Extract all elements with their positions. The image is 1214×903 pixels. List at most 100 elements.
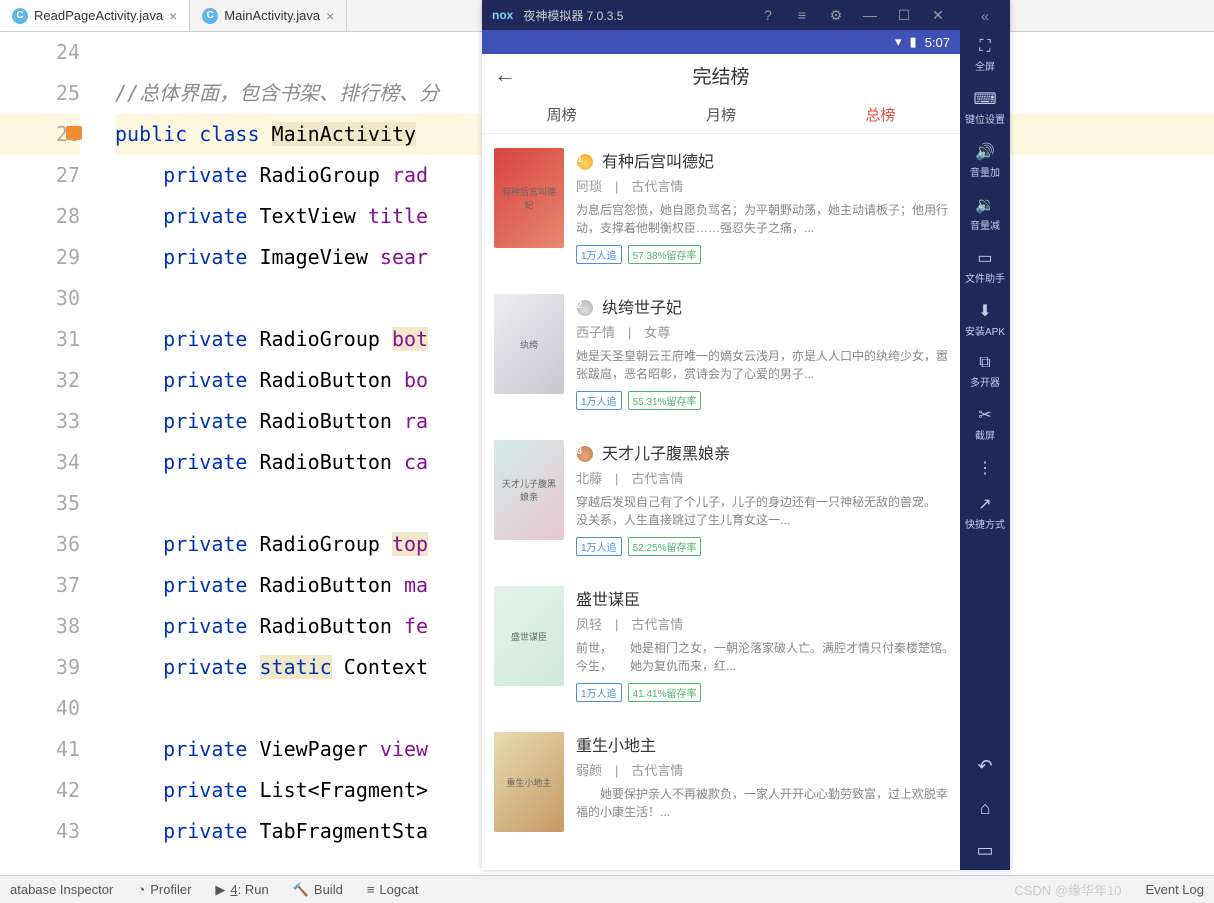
android-recent-icon[interactable]: ▭ (960, 830, 1010, 870)
book-desc: 她是天圣皇朝云王府唯一的嫡女云浅月，亦是人人口中的纨绔少女，嚣张跋扈，恶名昭彰，… (576, 347, 948, 383)
medal-icon: 1 (576, 149, 594, 171)
close-icon[interactable]: ✕ (926, 3, 950, 27)
book-meta: 北藤 | 古代言情 (576, 468, 948, 487)
ide-tab-readpage[interactable]: C ReadPageActivity.java × (0, 0, 190, 31)
follow-tag: 1万人追 (576, 391, 622, 410)
run-icon: ▶ (215, 882, 225, 898)
line-number: 33 (0, 401, 80, 442)
android-back-icon[interactable]: ↶ (960, 746, 1010, 786)
line-number: 34 (0, 442, 80, 483)
ide-tab-mainactivity[interactable]: C MainActivity.java × (190, 0, 347, 31)
side-label: 音量加 (970, 164, 1000, 179)
book-item[interactable]: 有种后宫叫德妃 1有种后宫叫德妃 阿琐 | 古代言情 为息后宫怨愤，她自愿负骂名… (482, 134, 960, 280)
hammer-icon: 🔨 (293, 882, 309, 898)
run-button[interactable]: ▶4: Run (215, 882, 268, 898)
event-log-button[interactable]: Event Log (1145, 882, 1204, 897)
side-label: 全屏 (975, 58, 995, 73)
side-item-键位设置[interactable]: ⌨ 键位设置 (965, 81, 1005, 134)
book-title: 重生小地主 (576, 732, 656, 756)
side-shortcut[interactable]: ↗ 快捷方式 (960, 486, 1010, 539)
close-icon[interactable]: × (326, 8, 334, 24)
book-cover: 纨绔 (494, 294, 564, 394)
line-number: 31 (0, 319, 80, 360)
tab-total[interactable]: 总榜 (801, 96, 960, 133)
line-number: 38 (0, 606, 80, 647)
side-icon: 🔊 (975, 142, 995, 162)
ranking-tabs: 周榜 月榜 总榜 (482, 96, 960, 134)
retain-tag: 41.41%留存率 (628, 683, 702, 702)
watermark: CSDN @缘华年10 (1014, 880, 1121, 899)
follow-tag: 1万人追 (576, 245, 622, 264)
side-label: 音量减 (970, 217, 1000, 232)
tab-week[interactable]: 周榜 (482, 96, 641, 133)
emulator-sidebar: « ⛶ 全屏 ⌨ 键位设置 🔊 音量加 🔉音量减 ▭ 文件助手 ⬇安装APK ⧉ 多开器 ✂ 截屏 ⋮ ↗… (960, 0, 1010, 870)
side-item-音量加[interactable]: 🔊 音量加 (965, 134, 1005, 187)
emulator-titlebar[interactable]: nox 夜神模拟器 7.0.3.5 ? ≡ ⚙ — ☐ ✕ (482, 0, 960, 30)
nox-logo: nox (492, 8, 513, 22)
override-icon[interactable] (66, 126, 82, 140)
book-tags: 1万人追52.25%留存率 (576, 537, 948, 556)
book-meta: 弱颜 | 古代言情 (576, 760, 948, 779)
line-gutter: 2425262728293031323334353637383940414243 (0, 32, 100, 875)
side-label: 键位设置 (965, 111, 1005, 126)
back-icon[interactable]: ← (494, 62, 516, 88)
side-label: 文件助手 (965, 270, 1005, 285)
line-number: 30 (0, 278, 80, 319)
help-icon[interactable]: ? (756, 3, 780, 27)
line-number: 27 (0, 155, 80, 196)
android-home-icon[interactable]: ⌂ (960, 788, 1010, 828)
line-number: 35 (0, 483, 80, 524)
emulator-window: nox 夜神模拟器 7.0.3.5 ? ≡ ⚙ — ☐ ✕ ▾ ▮ 5:07 ←… (482, 0, 1010, 870)
side-icon: ▭ (977, 248, 992, 268)
book-item[interactable]: 盛世谋臣 盛世谋臣 凤轻 | 古代言情 前世， 她是相门之女，一朝沦落家破人亡。… (482, 572, 960, 718)
book-cover: 重生小地主 (494, 732, 564, 832)
android-status-bar: ▾ ▮ 5:07 (482, 30, 960, 54)
side-item-安装APK[interactable]: ⬇安装APK (965, 293, 1005, 346)
line-number: 40 (0, 688, 80, 729)
minimize-icon[interactable]: — (858, 3, 882, 27)
book-title: 有种后宫叫德妃 (602, 148, 714, 172)
build-button[interactable]: 🔨Build (293, 882, 343, 898)
book-item[interactable]: 重生小地主 重生小地主 弱颜 | 古代言情 她要保护亲人不再被欺负，一家人开开心… (482, 718, 960, 848)
db-inspector-button[interactable]: atabase Inspector (10, 882, 113, 897)
maximize-icon[interactable]: ☐ (892, 3, 916, 27)
menu-icon[interactable]: ≡ (790, 3, 814, 27)
side-label: 截屏 (975, 427, 995, 442)
book-desc: 前世， 她是相门之女，一朝沦落家破人亡。满腔才情只付秦楼楚馆。 今生， 她为复仇… (576, 639, 948, 675)
tab-label: ReadPageActivity.java (34, 8, 163, 23)
side-icon: ⌨ (973, 89, 996, 109)
side-icon: ⧉ (979, 354, 990, 372)
side-item-音量减[interactable]: 🔉音量减 (965, 187, 1005, 240)
emulator-title: 夜神模拟器 7.0.3.5 (523, 7, 623, 24)
logcat-button[interactable]: ≡Logcat (367, 882, 419, 897)
book-item[interactable]: 天才儿子腹黑娘亲 3天才儿子腹黑娘亲 北藤 | 古代言情 穿越后发现自己有了个儿… (482, 426, 960, 572)
line-number: 39 (0, 647, 80, 688)
profiler-button[interactable]: ◔Profiler (137, 882, 191, 897)
side-item-截屏[interactable]: ✂ 截屏 (965, 397, 1005, 450)
bottom-toolbar: atabase Inspector ◔Profiler ▶4: Run 🔨Bui… (0, 875, 1214, 903)
tab-month[interactable]: 月榜 (641, 96, 800, 133)
gear-icon[interactable]: ⚙ (824, 3, 848, 27)
close-icon[interactable]: × (169, 8, 177, 24)
book-list[interactable]: 有种后宫叫德妃 1有种后宫叫德妃 阿琐 | 古代言情 为息后宫怨愤，她自愿负骂名… (482, 134, 960, 870)
more-icon[interactable]: ⋮ (977, 452, 993, 484)
book-title: 纨绔世子妃 (602, 294, 682, 318)
book-tags: 1万人追57.38%留存率 (576, 245, 948, 264)
retain-tag: 55.31%留存率 (628, 391, 702, 410)
line-number: 37 (0, 565, 80, 606)
side-expand-icon[interactable]: « (973, 4, 997, 28)
book-item[interactable]: 纨绔 2纨绔世子妃 西子情 | 女尊 她是天圣皇朝云王府唯一的嫡女云浅月，亦是人… (482, 280, 960, 426)
follow-tag: 1万人追 (576, 537, 622, 556)
side-item-多开器[interactable]: ⧉ 多开器 (965, 346, 1005, 397)
side-icon: ✂ (978, 405, 991, 425)
side-item-文件助手[interactable]: ▭ 文件助手 (965, 240, 1005, 293)
book-desc: 她要保护亲人不再被欺负，一家人开开心心勤劳致富，过上欢脱幸福的小康生活！... (576, 785, 948, 821)
book-title: 盛世谋臣 (576, 586, 640, 610)
line-number: 26 (0, 114, 80, 155)
side-label: 多开器 (970, 374, 1000, 389)
line-number: 28 (0, 196, 80, 237)
medal-icon: 2 (576, 295, 594, 317)
side-icon: ⛶ (979, 38, 990, 56)
side-item-全屏[interactable]: ⛶ 全屏 (965, 30, 1005, 81)
book-tags: 1万人追 55.31%留存率 (576, 391, 948, 410)
